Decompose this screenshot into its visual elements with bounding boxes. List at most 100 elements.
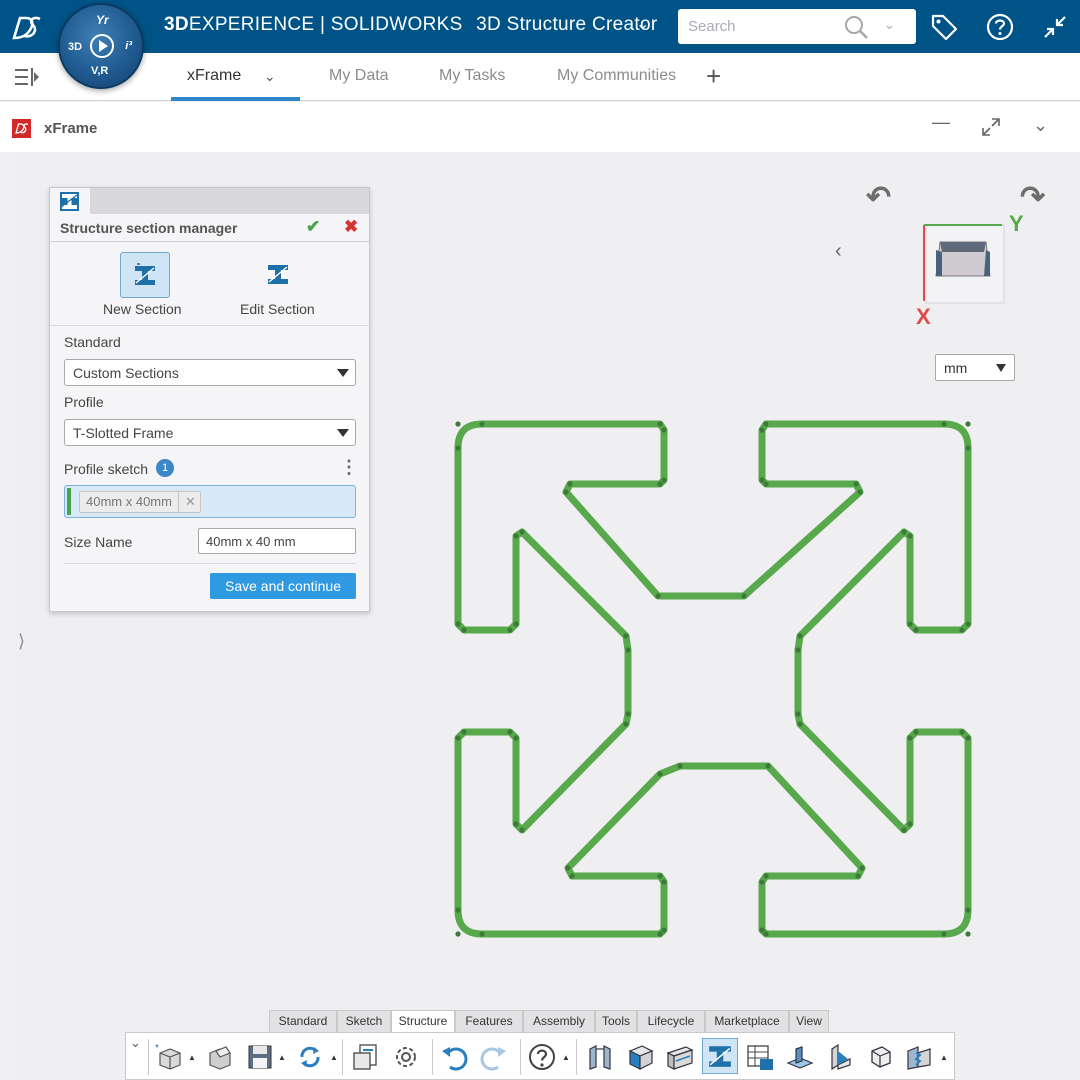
previous-view-icon[interactable]: ‹: [835, 240, 842, 263]
standard-label: Standard: [64, 334, 121, 350]
svg-text:*: *: [155, 1043, 159, 1054]
profile-dropdown-arrow-icon: [337, 429, 349, 437]
compass-3d-label: 3D: [68, 41, 83, 53]
corner-management-icon[interactable]: [624, 1041, 656, 1073]
compass-i-label: i³: [125, 40, 132, 52]
undo-icon[interactable]: [438, 1041, 470, 1073]
tab-my-tasks[interactable]: My Tasks: [439, 67, 505, 85]
panel-title: Structure section manager: [60, 220, 238, 236]
panel-tab-structure[interactable]: [50, 188, 90, 214]
view-cube[interactable]: X Y: [910, 208, 1036, 334]
tab-bar: xFrame ⌄ My Data My Tasks My Communities…: [0, 53, 1080, 101]
search-options-chevron-icon[interactable]: ⌄: [884, 17, 895, 33]
add-tab-icon[interactable]: +: [706, 61, 721, 92]
toolbar-tab-assembly[interactable]: Assembly: [523, 1010, 595, 1032]
weld-bead-icon[interactable]: [904, 1041, 936, 1073]
structure-system-icon[interactable]: [584, 1041, 616, 1073]
unit-select[interactable]: mm: [935, 354, 1015, 381]
brand-rest: EXPERIENCE | SOLIDWORKS: [188, 14, 463, 35]
toolbar-tab-sketch[interactable]: Sketch: [337, 1010, 391, 1032]
collapse-icon[interactable]: [1038, 10, 1072, 44]
tab-my-data[interactable]: My Data: [329, 67, 389, 85]
panel-divider: [50, 325, 369, 326]
toolbar-tab-structure[interactable]: Structure: [391, 1010, 455, 1033]
end-cap-icon[interactable]: [864, 1041, 896, 1073]
save-and-continue-button[interactable]: Save and continue: [210, 573, 356, 599]
trim-extend-icon[interactable]: [664, 1041, 696, 1073]
play-icon[interactable]: [90, 34, 114, 58]
cancel-close-icon[interactable]: ✖: [344, 217, 358, 237]
new-dropdown-caret-icon[interactable]: ▲: [188, 1053, 196, 1062]
compass-button[interactable]: Yr 3D i³ V,R: [58, 3, 144, 89]
help-icon[interactable]: [983, 10, 1017, 44]
panel-header: Structure section manager ✔ ✖: [50, 214, 369, 242]
ok-check-icon[interactable]: ✔: [306, 217, 320, 237]
toolbar-tab-lifecycle[interactable]: Lifecycle: [637, 1010, 705, 1032]
toolbar-tab-tools[interactable]: Tools: [595, 1010, 637, 1032]
tab-xframe[interactable]: xFrame: [187, 67, 241, 85]
app-title[interactable]: 3DEXPERIENCE | SOLIDWORKS 3D Structure C…: [164, 14, 657, 36]
new-part-icon[interactable]: *: [154, 1041, 186, 1073]
minimize-icon[interactable]: —: [932, 112, 950, 133]
open-icon[interactable]: [204, 1041, 236, 1073]
structure-section-manager-button[interactable]: [702, 1038, 738, 1074]
search-input[interactable]: [688, 16, 838, 36]
structure-section-manager-panel: Structure section manager ✔ ✖ New Sectio…: [49, 187, 370, 612]
toolbar-tab-features[interactable]: Features: [455, 1010, 523, 1032]
save-icon[interactable]: [244, 1041, 276, 1073]
app-name: 3D Structure Creator: [476, 14, 658, 35]
app-chevron-down-icon[interactable]: ⌄: [636, 14, 649, 34]
profile-value: T-Slotted Frame: [73, 425, 174, 441]
toolbar-collapse-chevron-icon[interactable]: ⌄: [130, 1035, 141, 1051]
command-toolbar: ⌄ * ▲ ▲ ▲ ▲ ▲: [125, 1032, 955, 1080]
size-name-input[interactable]: [198, 528, 356, 554]
redo-icon[interactable]: [478, 1041, 510, 1073]
widget-header: xFrame — ⌄: [0, 102, 1080, 152]
side-panel-toggle-icon[interactable]: [14, 67, 40, 87]
rotate-left-icon[interactable]: ↶: [866, 180, 891, 215]
tag-icon[interactable]: [927, 10, 961, 44]
remove-chip-icon[interactable]: ✕: [177, 492, 196, 512]
y-axis-label: Y: [1009, 211, 1024, 236]
profile-sketch-field[interactable]: 40mm x 40mm ✕: [64, 485, 356, 518]
maximize-icon[interactable]: [981, 117, 1001, 137]
unit-dropdown-arrow-icon: [996, 364, 1006, 372]
active-tab-indicator: [171, 97, 300, 101]
toolbar-separator: [342, 1039, 343, 1075]
refresh-dropdown-caret-icon[interactable]: ▲: [330, 1053, 338, 1062]
sketch-chip-label: 40mm x 40mm: [86, 494, 172, 509]
settings-gear-icon[interactable]: [390, 1041, 422, 1073]
help-toolbar-icon[interactable]: [526, 1041, 558, 1073]
dassault-logo-icon[interactable]: [6, 8, 46, 48]
expand-left-panel-icon[interactable]: ⟩: [18, 631, 25, 652]
size-name-label: Size Name: [64, 534, 133, 550]
edit-section-icon: [268, 265, 288, 284]
standard-select[interactable]: Custom Sections: [64, 359, 356, 386]
edit-section-button[interactable]: [254, 252, 304, 298]
tab-my-communities[interactable]: My Communities: [557, 67, 676, 85]
compass-vr-label: V,R: [91, 65, 109, 77]
sketch-chip[interactable]: 40mm x 40mm ✕: [79, 491, 201, 513]
more-options-icon[interactable]: ⋮: [340, 457, 358, 478]
edit-section-label[interactable]: Edit Section: [240, 301, 315, 317]
toolbar-tab-standard[interactable]: Standard: [269, 1010, 337, 1032]
widget-menu-chevron-icon[interactable]: ⌄: [1033, 115, 1048, 136]
toolbar-tab-marketplace[interactable]: Marketplace: [705, 1010, 789, 1032]
properties-icon[interactable]: [350, 1041, 382, 1073]
unit-value: mm: [944, 360, 968, 376]
new-section-button[interactable]: [120, 252, 170, 298]
refresh-icon[interactable]: [294, 1041, 326, 1073]
profile-label: Profile: [64, 394, 104, 410]
save-dropdown-caret-icon[interactable]: ▲: [278, 1053, 286, 1062]
profile-select[interactable]: T-Slotted Frame: [64, 419, 356, 446]
search-icon[interactable]: [842, 13, 870, 41]
compass-top-label: Yr: [96, 13, 109, 27]
help-dropdown-caret-icon[interactable]: ▲: [562, 1053, 570, 1062]
base-plate-icon[interactable]: [784, 1041, 816, 1073]
new-section-label[interactable]: New Section: [103, 301, 182, 317]
tab-chevron-down-icon[interactable]: ⌄: [264, 68, 276, 85]
more-tools-caret-icon[interactable]: ▲: [940, 1053, 948, 1062]
gusset-icon[interactable]: [824, 1041, 856, 1073]
cut-list-table-icon[interactable]: [744, 1041, 776, 1073]
toolbar-tab-view[interactable]: View: [789, 1010, 829, 1032]
